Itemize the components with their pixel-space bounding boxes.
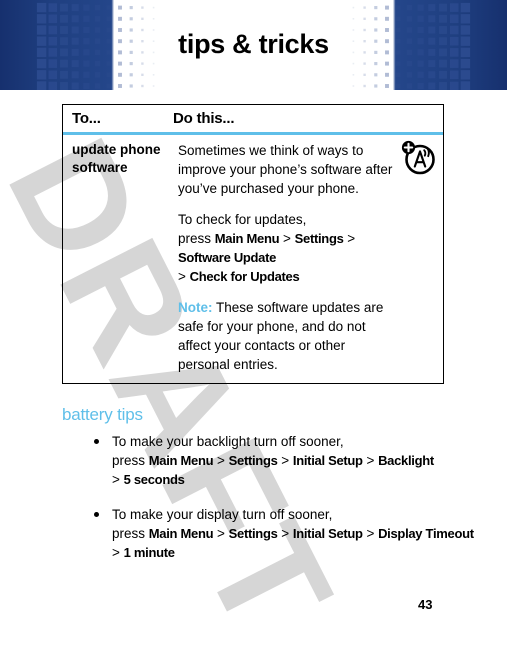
menu-path-settings: Settings [228,526,278,541]
column-header-do-this: Do this... [173,110,235,127]
list-item: To make your backlight turn off sooner, … [62,432,482,489]
menu-path-settings: Settings [294,231,344,246]
battery-tips-list: To make your backlight turn off sooner, … [62,432,482,578]
bullet-lead: To make your backlight turn off sooner, [112,434,344,449]
paragraph-intro: Sometimes we think of ways to improve yo… [178,143,393,196]
tips-table: To... Do this... update phone software S… [62,104,444,384]
check-updates-press: press [178,231,212,246]
page-number: 43 [418,597,433,612]
bullet-press: press [112,526,146,541]
menu-path-1-minute: 1 minute [123,545,175,560]
bullet-lead: To make your display turn off sooner, [112,507,333,522]
table-header-row: To... Do this... [63,105,443,135]
battery-tips-heading: battery tips [62,405,143,424]
menu-path-software-update: Software Update [178,250,277,265]
bullet-press: press [112,453,146,468]
menu-path-initial-setup: Initial Setup [292,526,363,541]
menu-path-5-seconds: 5 seconds [123,472,185,487]
menu-path-settings: Settings [228,453,278,468]
table-cell-do-this: Sometimes we think of ways to improve yo… [178,141,396,374]
page-content: To... Do this... update phone software S… [0,0,507,617]
paragraph-note: Note: These software updates are safe fo… [178,298,396,374]
list-item: To make your display turn off sooner, pr… [62,505,482,562]
menu-path-display-timeout: Display Timeout [378,526,474,541]
check-updates-lead: To check for updates, [178,212,307,227]
menu-path-initial-setup: Initial Setup [292,453,363,468]
note-label: Note: [178,300,213,315]
software-update-icon [401,140,435,175]
menu-path-main-menu: Main Menu [214,231,280,246]
bullet-dot-icon [94,439,99,444]
column-header-to: To... [72,110,101,127]
menu-path-main-menu: Main Menu [148,453,214,468]
menu-path-check-for-updates: Check for Updates [189,269,300,284]
table-cell-to: update phone software [72,142,161,175]
menu-path-main-menu: Main Menu [148,526,214,541]
bullet-dot-icon [94,512,99,517]
page-title: tips & tricks [0,0,507,90]
menu-path-backlight: Backlight [378,453,434,468]
table-row: update phone software Sometimes we think… [63,135,443,383]
paragraph-check-updates: To check for updates, press Main Menu > … [178,212,356,284]
page-title-text: tips & tricks [169,27,338,63]
